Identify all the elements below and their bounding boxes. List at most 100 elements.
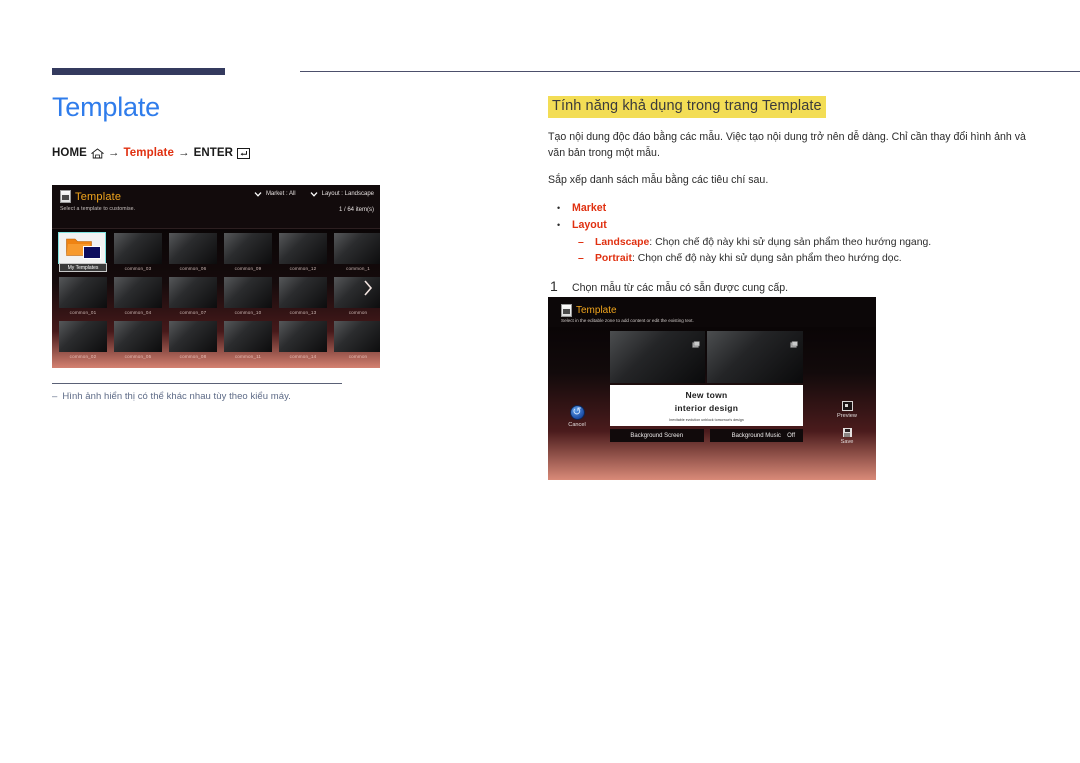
cancel-button[interactable]: Cancel — [556, 405, 598, 428]
thumbnail-image — [114, 233, 162, 264]
preview-icon-wrap — [826, 401, 868, 411]
bullet-label-layout: Layout — [572, 218, 607, 231]
header-rule-thick — [52, 68, 225, 75]
thumbnail-item[interactable]: common_01 — [56, 276, 110, 320]
list-item-market: Market — [548, 200, 1030, 217]
template-app-icon — [561, 304, 572, 317]
thumbnail-label: common_02 — [69, 354, 97, 359]
thumbnail-label: common_11 — [234, 354, 262, 359]
template-gallery-screenshot: Template Select a template to customise.… — [52, 185, 380, 368]
left-column: Template HOME → Template → ENTER — [52, 92, 472, 159]
thumbnail-item[interactable]: common_12 — [276, 232, 330, 276]
home-icon — [90, 147, 104, 159]
editor-image-zone-left[interactable] — [610, 331, 705, 383]
save-icon — [842, 428, 852, 437]
actions-spacer — [826, 419, 868, 428]
thumbnail-item[interactable]: common_1 — [331, 232, 380, 276]
paragraph-sort: Sắp xếp danh sách mẫu bằng các tiêu chí … — [548, 174, 769, 186]
list-item-landscape: Landscape: Chọn chế độ này khi sử dụng s… — [572, 235, 1030, 251]
thumbnail-item[interactable]: common_13 — [276, 276, 330, 320]
gallery-topbar: Template Select a template to customise.… — [52, 185, 380, 229]
thumbnail-image — [279, 277, 327, 308]
thumbnail-label: My Templates — [59, 263, 107, 272]
header-rule-thin — [300, 71, 1080, 72]
gallery-item-count: 1 / 64 item(s) — [338, 207, 374, 213]
thumbnail-item[interactable]: common_14 — [276, 320, 330, 364]
breadcrumb-arrow-1: → — [107, 147, 120, 160]
thumbnail-image — [169, 321, 217, 352]
thumbnail-item[interactable]: common_11 — [221, 320, 275, 364]
market-filter[interactable]: Market : All — [254, 190, 296, 198]
breadcrumb-home-label: HOME — [52, 147, 87, 160]
sub-label-portrait: Portrait — [595, 252, 632, 264]
thumbnail-image — [224, 277, 272, 308]
background-music-button[interactable]: Background Music Off — [709, 429, 803, 442]
section-title: Tính năng khả dụng trong trang Template — [548, 96, 826, 118]
thumbnail-image — [59, 321, 107, 352]
sub-text-landscape: Chọn chế độ này khi sử dụng sản phẩm the… — [655, 236, 932, 248]
thumbnail-item[interactable]: common_08 — [166, 320, 220, 364]
thumbnail-image — [334, 233, 380, 264]
sub-label-landscape: Landscape — [595, 236, 650, 248]
breadcrumb: HOME → Template → ENTER — [52, 147, 472, 159]
page-title: Template — [52, 92, 160, 122]
thumbnail-image — [169, 233, 217, 264]
gallery-title: Template — [75, 190, 122, 203]
layout-filter[interactable]: Layout : Landscape — [310, 190, 374, 198]
chevron-down-icon — [254, 190, 262, 198]
text-zone-line-3: Inevitable evolution unblock tomorrow's … — [669, 417, 744, 422]
thumbnail-item[interactable]: common_06 — [166, 232, 220, 276]
save-button[interactable]: Save — [826, 428, 868, 445]
note-dash: – — [52, 391, 58, 402]
thumbnail-label: common_01 — [69, 310, 97, 315]
thumbnail-image — [114, 321, 162, 352]
thumbnail-item[interactable]: common — [331, 320, 380, 364]
thumbnail-item[interactable]: common_10 — [221, 276, 275, 320]
my-templates-tile — [58, 232, 106, 264]
step-text: Chọn mẫu từ các mẫu có sẵn được cung cấp… — [572, 281, 789, 294]
editor-text-zone[interactable]: New town interior design Inevitable evol… — [610, 385, 803, 426]
thumbnail-image — [279, 321, 327, 352]
background-music-label: Background Music — [731, 432, 781, 439]
template-editor-screenshot: Template Select in the editable zone to … — [548, 297, 876, 480]
enter-key-icon — [237, 147, 251, 159]
gallery-body: My Templates common_03 common_06 common_… — [52, 229, 380, 368]
chevron-right-icon[interactable] — [361, 277, 375, 299]
gallery-note: – Hình ảnh hiển thị có thể khác nhau tùy … — [52, 391, 291, 402]
background-screen-label: Background Screen — [630, 432, 684, 439]
step-number: 1 — [550, 277, 558, 294]
list-item-portrait: Portrait: Chọn chế độ này khi sử dụng sả… — [572, 251, 1030, 267]
thumbnail-label: common_04 — [124, 310, 152, 315]
thumbnail-my-templates[interactable]: My Templates — [56, 232, 110, 276]
thumbnail-label: common — [348, 310, 368, 315]
bullet-label-market: Market — [572, 201, 607, 214]
paragraph-intro: Tạo nội dung độc đáo bằng các mẫu. Việc … — [548, 131, 1026, 159]
thumbnail-item[interactable]: common_05 — [111, 320, 165, 364]
layout-sub-list: Landscape: Chọn chế độ này khi sử dụng s… — [572, 235, 1030, 267]
thumbnail-label: common_13 — [289, 310, 317, 315]
thumbnail-item[interactable]: common_07 — [166, 276, 220, 320]
chevron-down-icon — [310, 190, 318, 198]
preview-button[interactable]: Preview — [826, 401, 868, 419]
thumbnail-label: common_09 — [234, 266, 262, 271]
thumbnail-label: common — [348, 354, 368, 359]
thumbnail-image — [224, 321, 272, 352]
thumbnail-image — [169, 277, 217, 308]
thumbnail-item[interactable]: common_09 — [221, 232, 275, 276]
editor-body: New town interior design Inevitable evol… — [548, 327, 876, 480]
background-screen-button[interactable]: Background Screen — [610, 429, 704, 442]
editor-title: Template — [576, 305, 617, 316]
editor-image-zone-right[interactable] — [707, 331, 803, 383]
thumbnail-label: common_07 — [179, 310, 207, 315]
breadcrumb-enter-label: ENTER — [193, 147, 234, 160]
note-divider — [52, 383, 342, 384]
monitor-icon — [83, 246, 101, 259]
thumbnail-label: common_14 — [289, 354, 317, 359]
thumbnail-label: common_06 — [179, 266, 207, 271]
breadcrumb-arrow-2: → — [177, 147, 190, 160]
thumbnail-item[interactable]: common_04 — [111, 276, 165, 320]
editor-subtitle: Select in the editable zone to add conte… — [561, 318, 694, 323]
thumbnail-item[interactable]: common_03 — [111, 232, 165, 276]
template-app-icon — [60, 190, 71, 203]
thumbnail-item[interactable]: common_02 — [56, 320, 110, 364]
